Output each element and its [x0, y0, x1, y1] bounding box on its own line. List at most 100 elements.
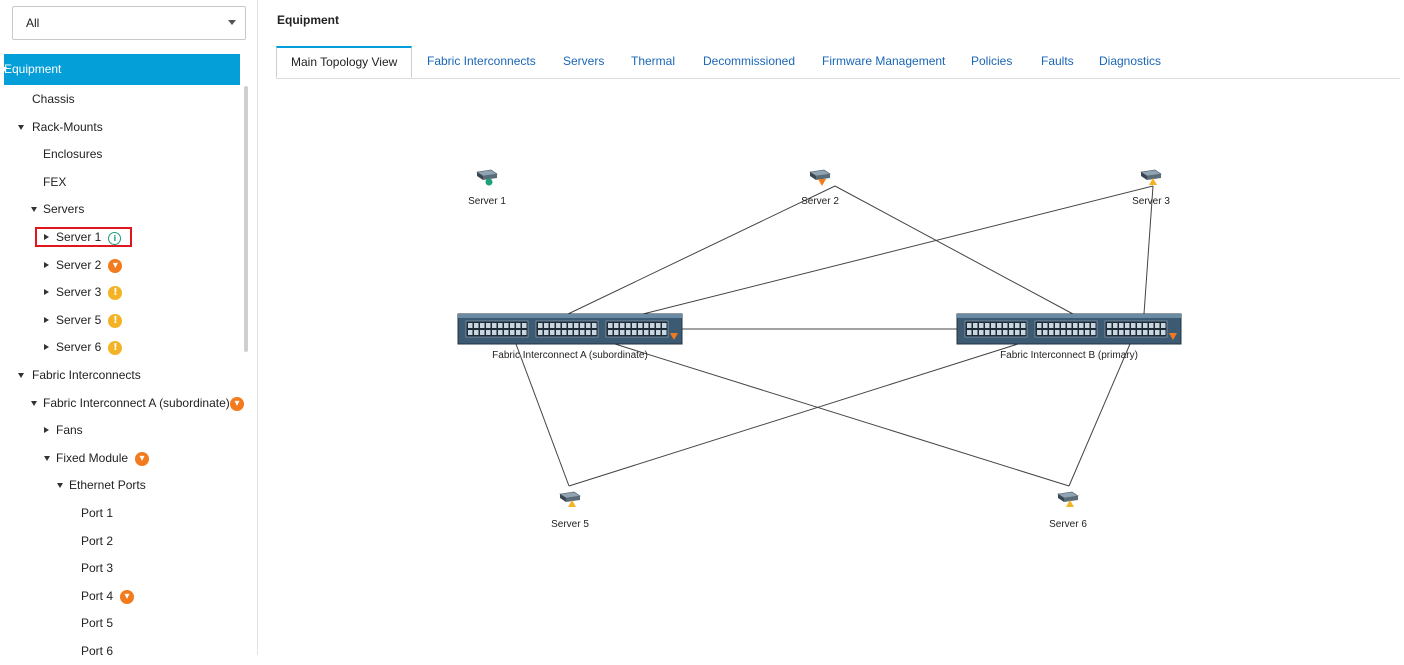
- topology-link-s2-fiB: [834, 185, 1074, 315]
- nav-servers[interactable]: Servers: [0, 196, 244, 224]
- expand-right-icon[interactable]: [44, 427, 49, 434]
- filter-select[interactable]: All: [12, 6, 246, 40]
- filter-value: All: [26, 16, 40, 30]
- tab-main-topology-view[interactable]: Main Topology View: [276, 46, 413, 78]
- nav-item-label: Enclosures: [43, 147, 103, 162]
- expand-down-icon[interactable]: [31, 400, 37, 406]
- nav-item-label: Server 5: [56, 312, 102, 327]
- nav-port-1[interactable]: Port 1: [0, 500, 244, 528]
- nav-item-label: Port 6: [81, 643, 114, 658]
- topology-server-6[interactable]: [1057, 491, 1079, 507]
- tab-bar: Main Topology View Fabric Interconnects Se…: [276, 46, 1400, 79]
- topology-fabric-interconnect-label: Fabric Interconnect B (primary): [1000, 350, 1138, 361]
- server-1-highlight-box: [35, 227, 132, 247]
- topology-server-3[interactable]: [1140, 169, 1162, 185]
- nav-server-3[interactable]: Server 3!: [0, 279, 244, 307]
- nav-item-label: FEX: [43, 174, 67, 189]
- nav-item-label: Port 5: [81, 616, 114, 631]
- topology-server-label: Server 5: [551, 519, 589, 530]
- nav-rack-mounts[interactable]: Rack-Mounts: [0, 114, 244, 142]
- major-fault-icon: ▾: [135, 451, 150, 466]
- topology-server-5[interactable]: [559, 491, 581, 507]
- nav-fans[interactable]: Fans: [0, 417, 244, 445]
- nav-fixed-module[interactable]: Fixed Module ▾: [0, 445, 244, 473]
- topology-server-label: Server 2: [801, 196, 839, 207]
- topology-server-label: Server 6: [1049, 519, 1087, 530]
- topology-fabric-interconnect-b[interactable]: [956, 313, 1182, 345]
- nav-item-label: Rack-Mounts: [32, 119, 103, 134]
- navigation-tree: Equipment Chassis Rack-Mounts Enclosures FEX…: [0, 54, 244, 665]
- nav-ethernet-ports[interactable]: Ethernet Ports: [0, 472, 244, 500]
- warning-icon: !: [108, 286, 123, 301]
- nav-item-label: Port 2: [81, 533, 114, 548]
- nav-item-label: Chassis: [32, 92, 75, 106]
- chevron-down-icon: [228, 20, 236, 25]
- info-icon: [485, 178, 493, 186]
- tab-decommissioned[interactable]: Decommissioned: [703, 47, 795, 77]
- topology-canvas: [457, 169, 1182, 507]
- tab-servers[interactable]: Servers: [563, 47, 604, 77]
- warning-icon: !: [108, 313, 123, 328]
- nav-equipment[interactable]: Equipment: [1, 54, 240, 85]
- nav-server-2[interactable]: Server 2 ▾: [0, 252, 244, 280]
- topology-link-s5-fiB: [568, 343, 1019, 487]
- topology-server-label: Server 1: [468, 196, 506, 207]
- topology-link-s6-fiA: [614, 343, 1070, 487]
- nav-enclosures[interactable]: Enclosures: [0, 141, 244, 169]
- nav-chassis[interactable]: Chassis: [0, 86, 244, 114]
- expand-down-icon[interactable]: [57, 483, 63, 489]
- nav-item-label: Port 1: [81, 505, 114, 520]
- nav-port-6[interactable]: Port 6: [0, 638, 244, 665]
- nav-item-label: Fans: [56, 423, 83, 438]
- nav-item-label: Server 3: [56, 285, 102, 300]
- nav-item-label: Server 2: [56, 257, 102, 272]
- tab-fabric-interconnects[interactable]: Fabric Interconnects: [427, 47, 536, 77]
- expand-down-icon[interactable]: [18, 372, 24, 378]
- nav-item-label: Fabric Interconnect A (subordinate): [43, 395, 230, 410]
- topology-server-2[interactable]: [809, 169, 831, 186]
- nav-port-5[interactable]: Port 5: [0, 610, 244, 638]
- expand-right-icon[interactable]: [44, 344, 49, 351]
- expand-down-icon[interactable]: [44, 455, 50, 461]
- topology-link-s2-fiA: [567, 185, 836, 315]
- topology-view: Server 1 Server 2 Server 3 Server 5 Server 6…: [258, 80, 1404, 655]
- major-fault-icon: ▾: [108, 258, 123, 273]
- topology-fabric-interconnect-a[interactable]: [457, 313, 683, 345]
- major-fault-icon: ▾: [230, 396, 244, 411]
- nav-port-3[interactable]: Port 3: [0, 555, 244, 583]
- nav-item-label: Ethernet Ports: [69, 478, 146, 493]
- nav-item-label: Port 3: [81, 561, 114, 576]
- nav-server-6[interactable]: Server 6!: [0, 334, 244, 362]
- nav-item-label: Server 6: [56, 340, 102, 355]
- nav-item-label: Port 4: [81, 588, 114, 603]
- page-title: Equipment: [277, 13, 339, 27]
- warning-icon: !: [108, 341, 123, 356]
- expand-down-icon[interactable]: [31, 207, 37, 213]
- navigation-pane: All Equipment Chassis Rack-Mounts Enclosure…: [0, 0, 258, 658]
- tab-diagnostics[interactable]: Diagnostics: [1099, 47, 1161, 77]
- topology-link-s6-fiB: [1068, 343, 1131, 487]
- nav-fabric-interconnects[interactable]: Fabric Interconnects: [0, 362, 244, 390]
- nav-fabric-interconnect-a[interactable]: Fabric Interconnect A (subordinate) ▾: [0, 390, 244, 418]
- tab-faults[interactable]: Faults: [1041, 47, 1074, 77]
- nav-scrollbar[interactable]: [244, 86, 248, 352]
- topology-fabric-interconnect-label: Fabric Interconnect A (subordinate): [492, 350, 648, 361]
- nav-item-label: Fabric Interconnects: [32, 367, 141, 382]
- nav-server-5[interactable]: Server 5!: [0, 307, 244, 335]
- expand-right-icon[interactable]: [44, 261, 49, 268]
- tab-policies[interactable]: Policies: [971, 47, 1012, 77]
- topology-server-label: Server 3: [1132, 196, 1170, 207]
- tab-firmware-management[interactable]: Firmware Management: [822, 47, 945, 77]
- topology-link-s3-fiA: [642, 185, 1154, 315]
- nav-port-2[interactable]: Port 2: [0, 528, 244, 556]
- nav-item-label: Fixed Module: [56, 450, 129, 465]
- nav-fex[interactable]: FEX: [0, 169, 244, 197]
- topology-server-1[interactable]: [476, 169, 498, 186]
- nav-port-4[interactable]: Port 4 ▾: [0, 583, 244, 611]
- expand-right-icon[interactable]: [44, 316, 49, 323]
- expand-down-icon[interactable]: [18, 124, 24, 130]
- tab-thermal[interactable]: Thermal: [631, 47, 675, 77]
- nav-item-label: Equipment: [4, 62, 62, 76]
- expand-right-icon[interactable]: [44, 289, 49, 296]
- nav-item-label: Servers: [43, 202, 85, 217]
